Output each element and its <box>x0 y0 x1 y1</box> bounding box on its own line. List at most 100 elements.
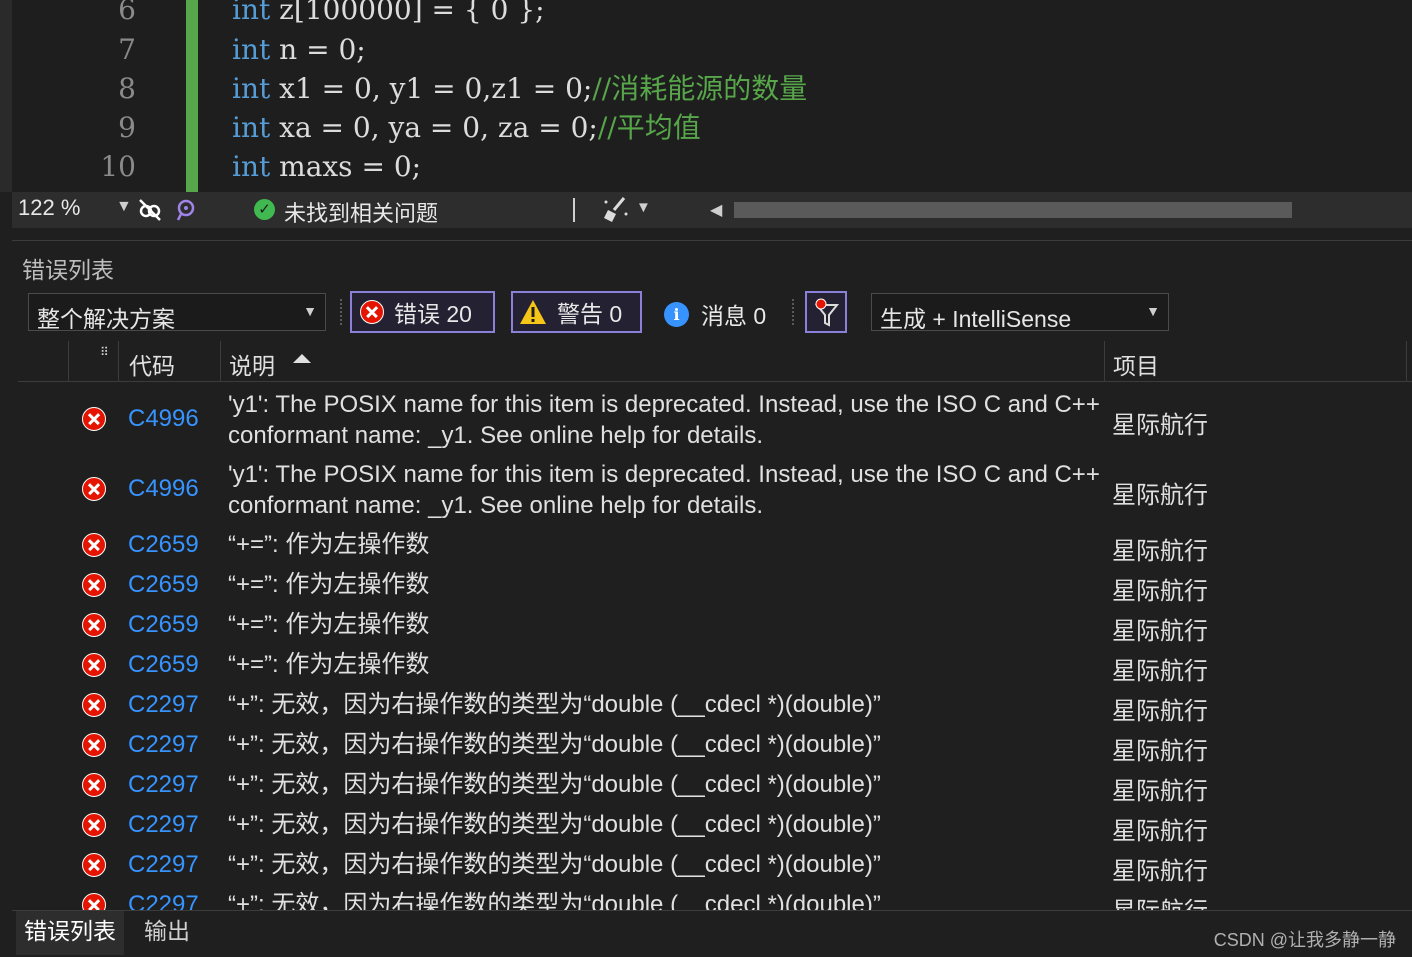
filter-button[interactable] <box>805 291 847 333</box>
no-issues-check-icon: ✓ <box>254 199 275 220</box>
error-code-link[interactable]: C2659 <box>128 611 199 639</box>
panel-title: 错误列表 <box>22 257 114 283</box>
error-code-link[interactable]: C2297 <box>128 691 199 719</box>
error-description: “+”: 无效，因为右操作数的类型为“double (__cdecl *)(do… <box>228 811 881 838</box>
error-code-link[interactable]: C2659 <box>128 651 199 679</box>
table-row[interactable]: C2297 “+”: 无效，因为右操作数的类型为“double (__cdecl… <box>18 771 1412 811</box>
zoom-dropdown-arrow-icon[interactable]: ▼ <box>116 198 132 216</box>
code-line[interactable]: int xa = 0, ya = 0, za = 0;//平均值 <box>232 108 701 148</box>
issues-status-text[interactable]: 未找到相关问题 <box>284 196 438 228</box>
table-row[interactable]: C2297 “+”: 无效，因为右操作数的类型为“double (__cdecl… <box>18 811 1412 851</box>
column-header-extra <box>1406 341 1412 381</box>
code-line[interactable]: int n = 0; <box>232 30 366 70</box>
errors-filter-button[interactable]: 错误 20 <box>350 291 495 333</box>
error-icon <box>82 733 106 757</box>
table-row[interactable]: C2659 “+=”: 作为左操作数 星际航行 <box>18 571 1412 611</box>
error-project: 星际航行 <box>1112 618 1208 645</box>
error-list-panel: 错误列表 整个解决方案 ▼ 错误 20 警告 0 i 消息 0 生成 + Int… <box>12 240 1412 911</box>
code-cleanup-brush-icon[interactable] <box>602 196 632 229</box>
column-header-description[interactable]: 说明 <box>220 341 1105 381</box>
error-code-link[interactable]: C4996 <box>128 405 199 433</box>
table-row[interactable]: C4996 'y1': The POSIX name for this item… <box>18 459 1412 521</box>
error-project: 星际航行 <box>1112 412 1208 439</box>
error-code-link[interactable]: C2659 <box>128 571 199 599</box>
code-line[interactable]: int z[100000] = { 0 }; <box>232 0 545 30</box>
watermark: CSDN @让我多静一静 <box>1213 930 1396 950</box>
change-tracking-bar <box>186 0 198 192</box>
column-options-icon[interactable]: ⠿ <box>100 345 109 359</box>
error-code-link[interactable]: C4996 <box>128 475 199 503</box>
toolbar-separator <box>340 299 344 325</box>
error-description: “+=”: 作为左操作数 <box>228 651 430 678</box>
indicator-margin <box>12 0 56 192</box>
table-row[interactable]: C4996 'y1': The POSIX name for this item… <box>18 389 1412 451</box>
error-project: 星际航行 <box>1112 738 1208 765</box>
table-row[interactable]: C2297 “+”: 无效，因为右操作数的类型为“double (__cdecl… <box>18 891 1412 911</box>
table-row[interactable]: C2659 “+=”: 作为左操作数 星际航行 <box>18 651 1412 691</box>
code-line[interactable]: int x1 = 0, y1 = 0,z1 = 0;//消耗能源的数量 <box>232 69 807 109</box>
filter-funnel-icon <box>811 297 843 334</box>
code-text: x1 = 0, y1 = 0,z1 = 0; <box>270 72 593 105</box>
error-description: “+=”: 作为左操作数 <box>228 611 430 638</box>
warnings-filter-button[interactable]: 警告 0 <box>511 291 642 333</box>
intellicode-icon[interactable] <box>172 196 200 224</box>
code-comment: //平均值 <box>597 111 701 144</box>
build-intellisense-dropdown[interactable]: 生成 + IntelliSense ▼ <box>871 293 1169 332</box>
warning-icon <box>519 299 547 325</box>
scope-value: 整个解决方案 <box>37 306 175 332</box>
column-header-project[interactable]: 项目 <box>1104 341 1407 381</box>
zoom-level[interactable]: 122 % <box>18 195 80 221</box>
messages-filter-button[interactable]: i 消息 0 <box>664 295 766 333</box>
scroll-left-arrow-icon[interactable]: ◀ <box>710 200 722 220</box>
error-code-link[interactable]: C2297 <box>128 851 199 879</box>
tab-error-list[interactable]: 错误列表 <box>16 911 124 955</box>
editor-left-margin <box>0 0 12 192</box>
table-row[interactable]: C2297 “+”: 无效，因为右操作数的类型为“double (__cdecl… <box>18 731 1412 771</box>
error-code-link[interactable]: C2297 <box>128 731 199 759</box>
error-icon <box>82 573 106 597</box>
editor-status-bar: 122 % ▼ ✓ 未找到相关问题 ▼ ◀ <box>12 192 1412 228</box>
error-description: “+=”: 作为左操作数 <box>228 571 430 598</box>
error-description: “+”: 无效，因为右操作数的类型为“double (__cdecl *)(do… <box>228 691 881 718</box>
table-row[interactable]: C2659 “+=”: 作为左操作数 星际航行 <box>18 611 1412 651</box>
error-project: 星际航行 <box>1112 578 1208 605</box>
tab-output[interactable]: 输出 <box>136 911 198 953</box>
scope-dropdown[interactable]: 整个解决方案 ▼ <box>28 293 326 332</box>
keyword: int <box>232 33 271 66</box>
chevron-down-icon: ▼ <box>1146 303 1160 319</box>
copilot-off-icon[interactable] <box>136 196 164 224</box>
column-header-icon[interactable]: ⠿ <box>68 341 119 381</box>
error-icon <box>82 407 106 431</box>
table-row[interactable]: C2659 “+=”: 作为左操作数 星际航行 <box>18 531 1412 571</box>
keyword: int <box>232 0 271 26</box>
horizontal-scrollbar-thumb[interactable] <box>734 202 1292 218</box>
error-description: “+”: 无效，因为右操作数的类型为“double (__cdecl *)(do… <box>228 891 881 911</box>
cleanup-dropdown-arrow-icon[interactable]: ▼ <box>636 199 651 216</box>
error-code-link[interactable]: C2297 <box>128 771 199 799</box>
error-project: 星际航行 <box>1112 818 1208 845</box>
error-code-link[interactable]: C2297 <box>128 811 199 839</box>
table-row[interactable]: C2297 “+”: 无效，因为右操作数的类型为“double (__cdecl… <box>18 691 1412 731</box>
code-text: maxs = 0; <box>270 150 422 183</box>
column-header-code[interactable]: 代码 <box>118 341 221 381</box>
error-code-link[interactable]: C2659 <box>128 531 199 559</box>
error-icon <box>82 533 106 557</box>
error-project: 星际航行 <box>1112 891 1208 911</box>
messages-count-label: 消息 0 <box>701 303 767 329</box>
code-line[interactable]: int maxs = 0; <box>232 147 421 187</box>
error-description: 'y1': The POSIX name for this item is de… <box>228 461 1100 519</box>
error-description: “+”: 无效，因为右操作数的类型为“double (__cdecl *)(do… <box>228 731 881 758</box>
error-icon <box>82 653 106 677</box>
tool-window-tabs: 错误列表 输出 <box>12 910 1412 957</box>
error-project: 星际航行 <box>1112 858 1208 885</box>
error-code-link[interactable]: C2297 <box>128 891 199 911</box>
code-editor[interactable]: 6 7 8 9 10 int z[100000] = { 0 }; int n … <box>0 0 1412 192</box>
error-project: 星际航行 <box>1112 778 1208 805</box>
line-number: 6 <box>118 0 136 26</box>
status-separator <box>573 198 575 222</box>
error-description: “+”: 无效，因为右操作数的类型为“double (__cdecl *)(do… <box>228 771 881 798</box>
table-row[interactable]: C2297 “+”: 无效，因为右操作数的类型为“double (__cdecl… <box>18 851 1412 891</box>
toolbar-separator <box>792 299 796 325</box>
error-description: “+=”: 作为左操作数 <box>228 531 430 558</box>
code-text: n = 0; <box>270 33 366 66</box>
